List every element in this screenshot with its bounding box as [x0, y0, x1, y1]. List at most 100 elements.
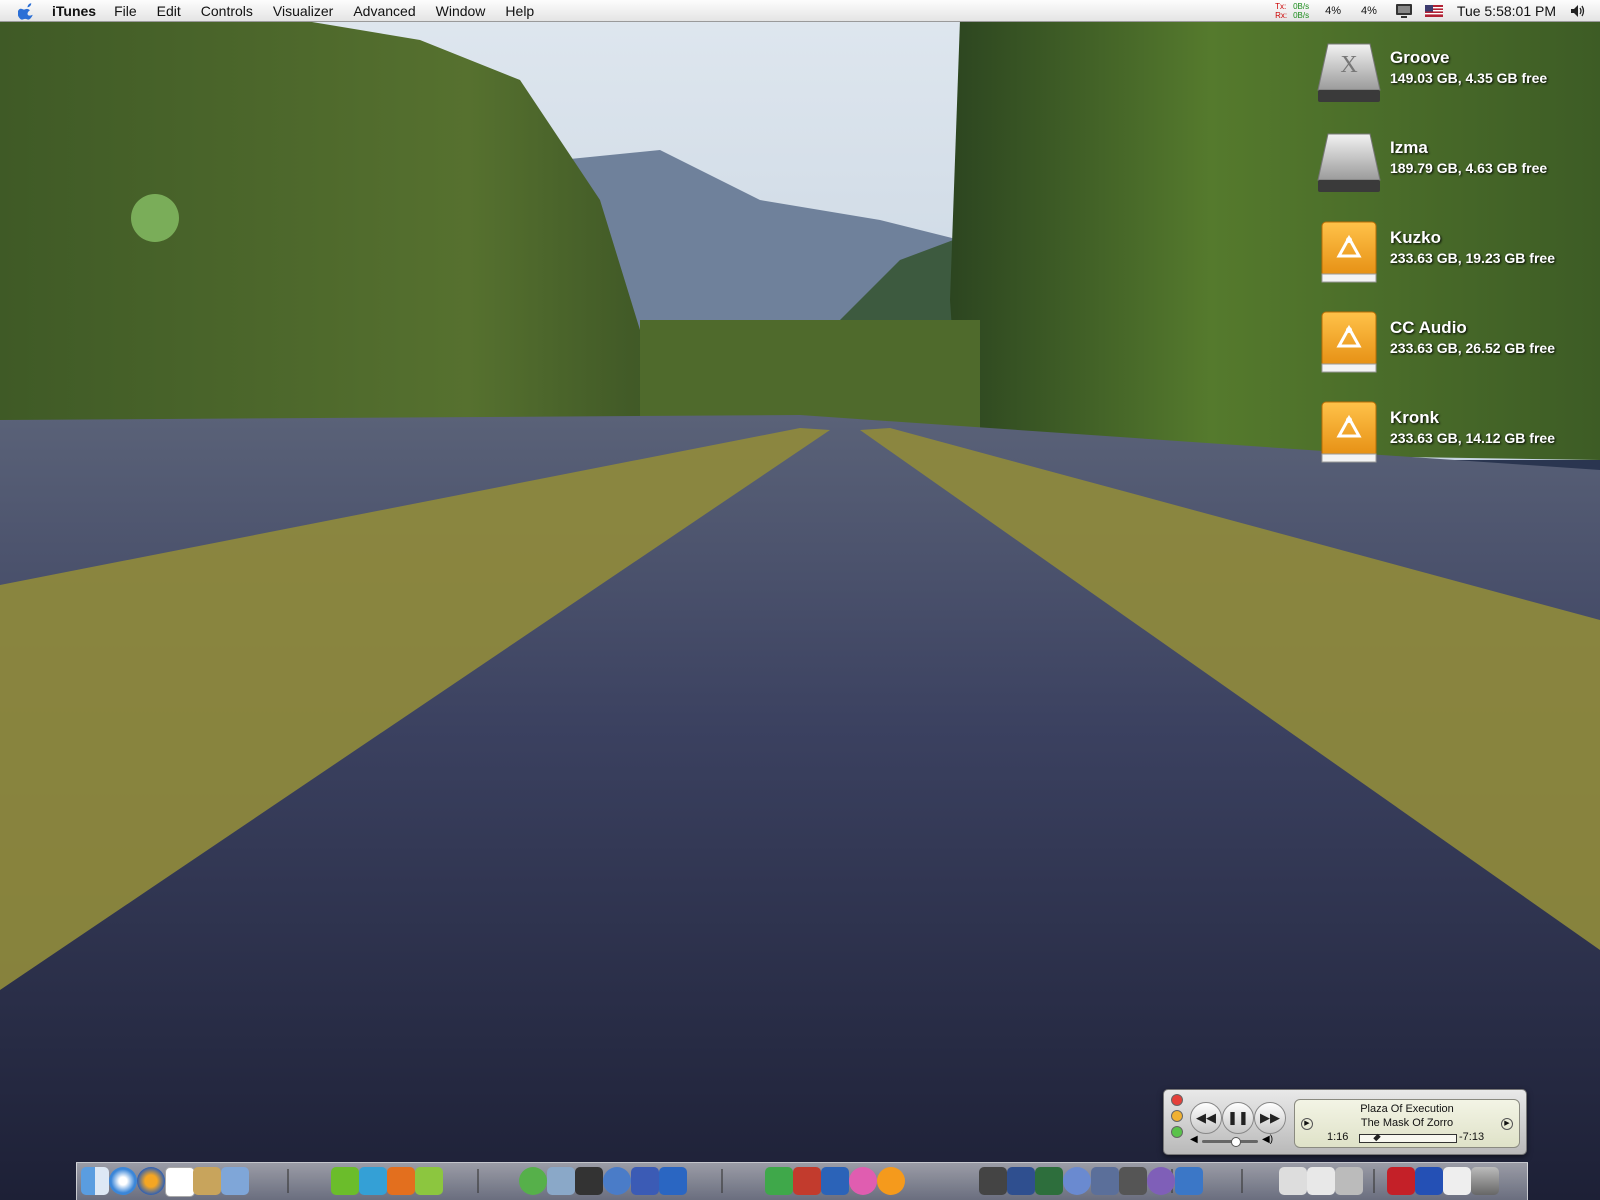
trash-icon[interactable] — [1471, 1167, 1499, 1195]
imovie-icon[interactable] — [575, 1167, 603, 1195]
drive-name: Kronk — [1390, 408, 1440, 427]
network-values[interactable]: 0B/s 0B/s — [1293, 2, 1309, 20]
pause-icon: ❚❚ — [1227, 1110, 1249, 1125]
drive-info: 149.03 GB, 4.35 GB free — [1390, 70, 1548, 86]
rx-label: Rx: — [1275, 11, 1288, 20]
tx-value: 0B/s — [1293, 2, 1310, 11]
dock-app-icon[interactable] — [821, 1167, 849, 1195]
drive-name: Groove — [1390, 48, 1450, 67]
itunes-icon[interactable] — [519, 1167, 547, 1195]
menu-advanced[interactable]: Advanced — [353, 3, 415, 19]
tx-label: Tx: — [1275, 2, 1287, 11]
track-display[interactable]: ▶ Plaza Of Execution The Mask Of Zorro ▶… — [1294, 1099, 1520, 1148]
dock — [76, 1162, 1528, 1200]
safari-icon[interactable] — [109, 1167, 137, 1195]
cpu-meter-1[interactable]: 4% — [1325, 5, 1341, 17]
volume-knob[interactable] — [1230, 1137, 1241, 1147]
dock-app-icon[interactable] — [979, 1167, 1007, 1195]
drive-groove[interactable]: X Groove 149.03 GB, 4.35 GB free — [1314, 40, 1594, 120]
dock-separator — [1373, 1169, 1375, 1193]
dock-separator — [287, 1169, 289, 1193]
dock-app-icon[interactable] — [547, 1167, 575, 1195]
dock-app-icon[interactable] — [631, 1167, 659, 1195]
dock-app-icon[interactable] — [331, 1167, 359, 1195]
dock-app-icon[interactable] — [387, 1167, 415, 1195]
dock-app-icon[interactable] — [1335, 1167, 1363, 1195]
dock-app-icon[interactable] — [1091, 1167, 1119, 1195]
drive-kuzko[interactable]: Kuzko 233.63 GB, 19.23 GB free — [1314, 220, 1594, 300]
hard-drive-icon[interactable] — [1314, 130, 1384, 200]
dock-app-icon[interactable] — [765, 1167, 793, 1195]
dock-app-icon[interactable] — [603, 1167, 631, 1195]
rewind-icon: ◀◀ — [1196, 1110, 1216, 1125]
volume-icon[interactable] — [1570, 4, 1586, 18]
dock-app-icon[interactable] — [1007, 1167, 1035, 1195]
volume-slider[interactable] — [1202, 1137, 1258, 1147]
dock-app-icon[interactable] — [1119, 1167, 1147, 1195]
drive-kronk[interactable]: Kronk 233.63 GB, 14.12 GB free — [1314, 400, 1594, 480]
itunes-mini-player: ◀◀ ❚❚ ▶▶ ◀ ◀) ▶ Plaza Of Execution The M… — [1163, 1089, 1527, 1155]
document-icon[interactable] — [1443, 1167, 1471, 1195]
drive-name: CC Audio — [1390, 318, 1467, 337]
folder-icon[interactable] — [1387, 1167, 1415, 1195]
firewire-drive-icon[interactable] — [1314, 310, 1384, 380]
menu-app-name[interactable]: iTunes — [52, 3, 96, 19]
dock-app-icon[interactable] — [1147, 1167, 1175, 1195]
elapsed-time: 1:16 — [1327, 1131, 1349, 1143]
apple-icon[interactable] — [18, 2, 36, 20]
dock-separator — [477, 1169, 479, 1193]
menu-edit[interactable]: Edit — [157, 3, 181, 19]
dock-app-icon[interactable] — [359, 1167, 387, 1195]
play-pause-button[interactable]: ❚❚ — [1222, 1102, 1254, 1134]
printer-icon[interactable] — [1307, 1167, 1335, 1195]
cpu-meter-2[interactable]: 4% — [1361, 5, 1377, 17]
menu-help[interactable]: Help — [505, 3, 534, 19]
drive-info: 233.63 GB, 19.23 GB free — [1390, 250, 1555, 266]
pro-tools-icon[interactable] — [1175, 1167, 1203, 1195]
us-flag-icon[interactable] — [1424, 5, 1443, 17]
minimize-button[interactable] — [1171, 1110, 1183, 1122]
display-icon[interactable] — [1395, 3, 1413, 19]
drive-cc-audio[interactable]: CC Audio 233.63 GB, 26.52 GB free — [1314, 310, 1594, 390]
dock-app-icon[interactable] — [1035, 1167, 1063, 1195]
ical-icon[interactable] — [165, 1167, 195, 1197]
dock-app-icon[interactable] — [415, 1167, 443, 1195]
menu-extras: Tx: Rx: 0B/s 0B/s 4% 4% Tue 5:58:01 PM — [1275, 0, 1586, 22]
song-title: Plaza Of Execution — [1360, 1103, 1454, 1115]
display-toggle-icon[interactable]: ▶ — [1501, 1118, 1513, 1130]
zoom-button[interactable] — [1171, 1126, 1183, 1138]
progress-bar[interactable] — [1359, 1133, 1457, 1143]
menu-visualizer[interactable]: Visualizer — [273, 3, 333, 19]
dock-app-icon[interactable] — [877, 1167, 905, 1195]
dock-app-icon[interactable] — [1063, 1167, 1091, 1195]
next-track-button[interactable]: ▶▶ — [1254, 1102, 1286, 1134]
progress-knob[interactable] — [1372, 1133, 1381, 1142]
svg-text:X: X — [1340, 52, 1357, 78]
drive-info: 233.63 GB, 14.12 GB free — [1390, 430, 1555, 446]
menu-clock[interactable]: Tue 5:58:01 PM — [1457, 3, 1556, 19]
fast-forward-icon: ▶▶ — [1260, 1110, 1280, 1125]
firewire-drive-icon[interactable] — [1314, 220, 1384, 290]
finder-icon[interactable] — [81, 1167, 109, 1195]
dock-app-icon[interactable] — [849, 1167, 877, 1195]
dock-separator — [1241, 1169, 1243, 1193]
dock-app-icon[interactable] — [793, 1167, 821, 1195]
firewire-drive-icon[interactable] — [1314, 400, 1384, 470]
osx-hard-drive-icon[interactable]: X — [1314, 40, 1384, 110]
firefox-icon[interactable] — [137, 1167, 165, 1195]
menu-file[interactable]: File — [114, 3, 137, 19]
drive-info: 189.79 GB, 4.63 GB free — [1390, 160, 1548, 176]
address-book-icon[interactable] — [193, 1167, 221, 1195]
drive-izma[interactable]: Izma 189.79 GB, 4.63 GB free — [1314, 130, 1594, 210]
network-monitor[interactable]: Tx: Rx: — [1275, 2, 1287, 20]
preview-icon[interactable] — [221, 1167, 249, 1195]
dock-app-icon[interactable] — [659, 1167, 687, 1195]
previous-track-button[interactable]: ◀◀ — [1190, 1102, 1222, 1134]
drive-info: 233.63 GB, 26.52 GB free — [1390, 340, 1555, 356]
remaining-time: -7:13 — [1459, 1131, 1485, 1143]
folder-icon[interactable] — [1415, 1167, 1443, 1195]
close-button[interactable] — [1171, 1094, 1183, 1106]
dock-app-icon[interactable] — [1279, 1167, 1307, 1195]
menu-window[interactable]: Window — [436, 3, 486, 19]
menu-controls[interactable]: Controls — [201, 3, 253, 19]
